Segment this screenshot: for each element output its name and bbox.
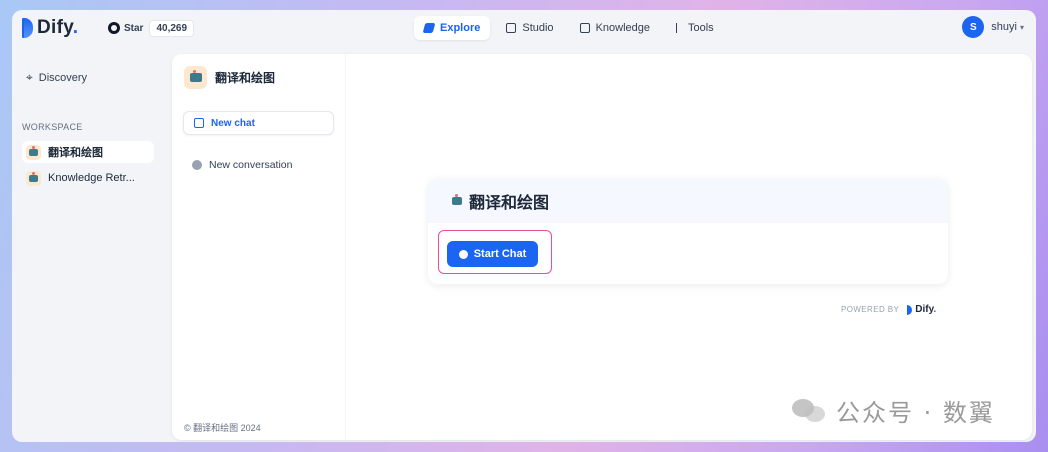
- card-title: 翻译和绘图: [469, 194, 550, 212]
- left-sidebar: ⌖ Discovery WORKSPACE 翻译和绘图 Knowledge Re…: [12, 48, 172, 442]
- logo-text: Dify.: [37, 17, 79, 38]
- new-chat-button[interactable]: New chat: [183, 111, 334, 135]
- chat-sidebar: 翻译和绘图 New chat New conversation © 翻译和绘图 …: [172, 54, 346, 440]
- explore-icon: [422, 23, 436, 33]
- nav-studio[interactable]: Studio: [496, 16, 563, 40]
- main-panel: 翻译和绘图 New chat New conversation © 翻译和绘图 …: [172, 54, 1032, 440]
- avatar[interactable]: S: [962, 16, 985, 38]
- robot-icon: [26, 144, 41, 160]
- chat-bubble-icon: [192, 160, 202, 170]
- app-name: 翻译和绘图: [215, 71, 276, 85]
- app-header: 翻译和绘图: [184, 66, 275, 89]
- nav-knowledge[interactable]: Knowledge: [570, 16, 660, 40]
- github-star-count[interactable]: 40,269: [149, 19, 195, 37]
- app-window: Dify. Star 40,269 Explore Studio Knowled…: [12, 10, 1036, 442]
- welcome-card: 翻译和绘图 Start Chat: [428, 178, 948, 284]
- user-menu[interactable]: S shuyi ▾: [962, 16, 1024, 38]
- start-chat-button[interactable]: Start Chat: [447, 241, 538, 267]
- user-name: shuyi: [991, 21, 1017, 33]
- welcome-card-header: 翻译和绘图: [428, 178, 948, 223]
- robot-icon: [450, 193, 463, 207]
- copyright-footer: © 翻译和绘图 2024: [184, 423, 261, 433]
- watermark: 公众号 · 数翼: [792, 393, 995, 428]
- telescope-icon: ⌖: [26, 70, 33, 84]
- nav-explore[interactable]: Explore: [414, 16, 491, 40]
- github-icon: [108, 22, 120, 34]
- robot-icon: [506, 23, 517, 33]
- dify-logo-icon: [22, 18, 33, 38]
- sidebar-item-discovery[interactable]: ⌖ Discovery: [26, 70, 87, 85]
- hammer-icon: [676, 23, 682, 33]
- book-icon: [579, 23, 590, 33]
- dify-logo-icon: [907, 304, 913, 315]
- watermark-text: 公众号 · 数翼: [836, 399, 995, 427]
- robot-icon: [184, 66, 207, 89]
- conversation-item[interactable]: New conversation: [192, 159, 292, 171]
- sidebar-item-app-knowledge[interactable]: Knowledge Retr...: [22, 167, 154, 189]
- wechat-icon: [792, 397, 828, 425]
- dify-logo[interactable]: Dify.: [22, 17, 78, 39]
- main-nav: Explore Studio Knowledge Tools: [414, 16, 730, 40]
- github-star-button[interactable]: Star: [108, 22, 143, 34]
- github-star-widget[interactable]: Star 40,269: [108, 18, 195, 38]
- chevron-down-icon: ▾: [1019, 22, 1024, 32]
- powered-by: POWERED BY Dify.: [841, 304, 937, 315]
- chat-bubble-icon: [458, 249, 468, 259]
- dify-logo-small: Dify.: [907, 304, 936, 315]
- robot-icon: [26, 170, 41, 186]
- sidebar-item-app-translate[interactable]: 翻译和绘图: [22, 141, 154, 163]
- workspace-label: WORKSPACE: [22, 122, 83, 132]
- nav-tools[interactable]: Tools: [666, 16, 724, 40]
- top-header: Dify. Star 40,269 Explore Studio Knowled…: [12, 10, 1036, 48]
- edit-icon: [194, 118, 204, 128]
